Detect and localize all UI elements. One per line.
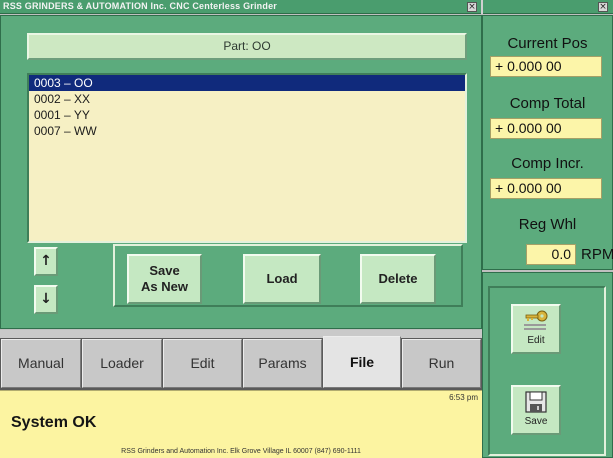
current-pos-label: Current Pos: [507, 35, 588, 52]
reg-whl-unit: RPM: [581, 246, 613, 263]
comp-incr-label: Comp Incr.: [511, 155, 584, 172]
tab-manual[interactable]: Manual: [1, 339, 81, 388]
scroll-down-button[interactable]: ↓: [34, 285, 58, 314]
side-button-group: Edit Save: [488, 286, 606, 456]
save-button-label: Save: [524, 416, 548, 427]
tab-file[interactable]: File: [323, 336, 401, 388]
status-area: 6:53 pm System OK RSS Grinders and Autom…: [0, 390, 482, 458]
save-as-new-line2: As New: [141, 279, 188, 294]
title-bar: RSS GRINDERS & AUTOMATION Inc. CNC Cente…: [0, 0, 613, 14]
list-item[interactable]: 0002 – XX: [29, 91, 465, 107]
save-button[interactable]: Save: [511, 385, 561, 435]
list-item[interactable]: 0001 – YY: [29, 107, 465, 123]
axis-readout-panel: Current Pos + 0.000 00 Comp Total + 0.00…: [482, 15, 613, 270]
list-item[interactable]: 0007 – WW: [29, 123, 465, 139]
close-main-window-icon[interactable]: ×: [467, 2, 477, 12]
tab-divider: [0, 330, 482, 338]
edit-button-label: Edit: [527, 335, 545, 346]
floppy-disk-icon: [513, 390, 559, 414]
tab-bar: Manual Loader Edit Params File Run: [0, 330, 482, 390]
window-title: RSS GRINDERS & AUTOMATION Inc. CNC Cente…: [3, 1, 277, 11]
load-button[interactable]: Load: [243, 254, 321, 304]
scroll-up-button[interactable]: ↑: [34, 247, 58, 276]
title-separator: [481, 0, 483, 14]
tab-run[interactable]: Run: [402, 339, 481, 388]
side-button-panel: Edit Save: [482, 272, 613, 458]
tab-loader[interactable]: Loader: [82, 339, 162, 388]
clock-time: 6:53 pm: [449, 393, 478, 402]
tab-edit[interactable]: Edit: [163, 339, 242, 388]
save-as-new-button[interactable]: Save As New: [127, 254, 202, 304]
program-list[interactable]: 0003 – OO 0002 – XX 0001 – YY 0007 – WW: [27, 73, 467, 243]
current-pos-value: + 0.000 00: [490, 56, 602, 77]
key-icon: [513, 309, 559, 333]
part-name-bar: Part: OO: [27, 33, 467, 60]
list-item[interactable]: 0003 – OO: [29, 75, 465, 91]
edit-button[interactable]: Edit: [511, 304, 561, 354]
reg-whl-label: Reg Whl: [518, 216, 577, 233]
close-side-window-icon[interactable]: ×: [598, 2, 608, 12]
save-as-new-line1: Save: [149, 263, 180, 278]
reg-whl-value: 0.0: [526, 244, 576, 265]
status-message: System OK: [11, 414, 97, 431]
company-footer: RSS Grinders and Automation Inc. Elk Gro…: [121, 448, 361, 455]
comp-total-label: Comp Total: [509, 95, 586, 112]
delete-button[interactable]: Delete: [360, 254, 436, 304]
tab-params[interactable]: Params: [243, 339, 322, 388]
comp-total-value: + 0.000 00: [490, 118, 602, 139]
comp-incr-value: + 0.000 00: [490, 178, 602, 199]
